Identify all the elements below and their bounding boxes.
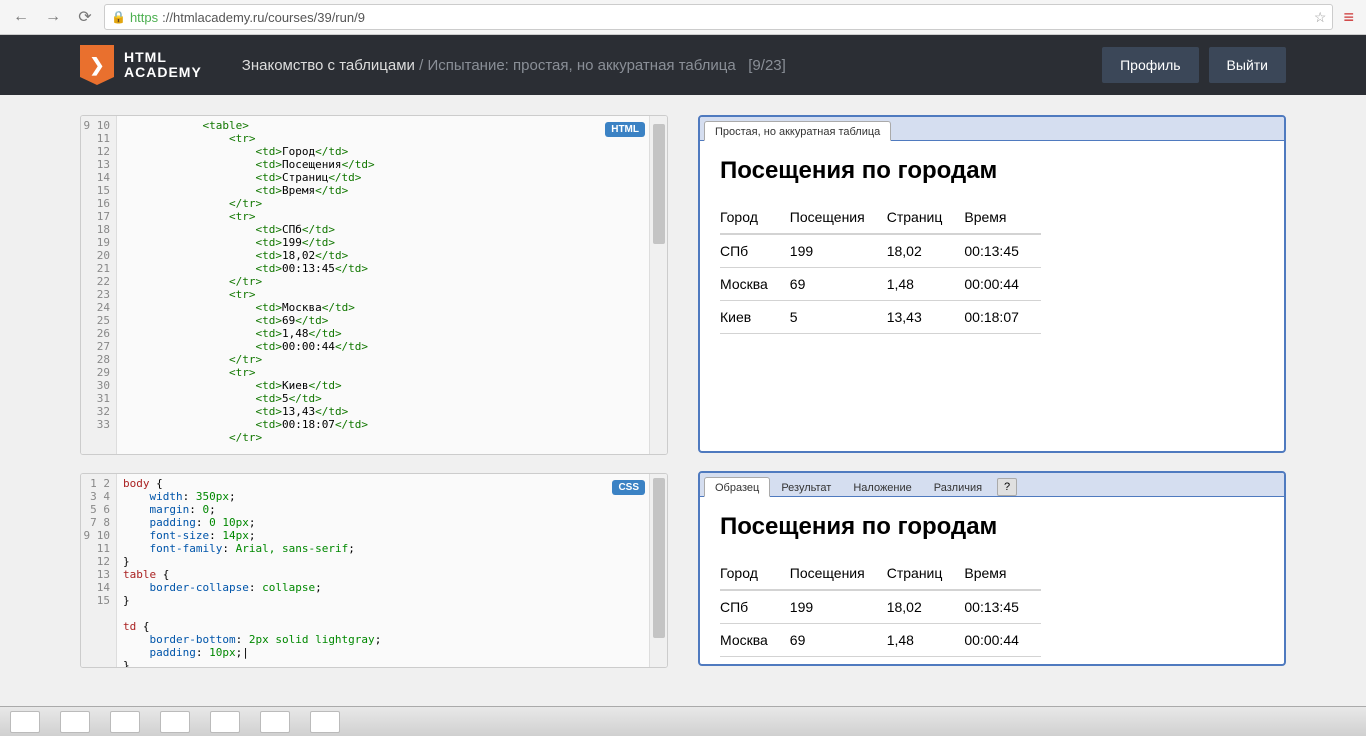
- editors-column: HTML 9 10 11 12 13 14 15 16 17 18 19 20 …: [80, 115, 668, 716]
- result-tab[interactable]: Простая, но аккуратная таблица: [704, 121, 891, 141]
- result-preview: Простая, но аккуратная таблица Посещения…: [698, 115, 1286, 453]
- hamburger-icon[interactable]: ≡: [1339, 7, 1358, 28]
- table-cell: СПб: [720, 590, 790, 624]
- breadcrumb: Знакомство с таблицами / Испытание: прос…: [242, 57, 786, 74]
- lock-icon: 🔒: [111, 10, 126, 24]
- reference-body: Посещения по городам ГородПосещенияСтран…: [700, 497, 1284, 666]
- logo-line2: ACADEMY: [124, 65, 202, 80]
- logo-text: HTML ACADEMY: [124, 50, 202, 81]
- col-header: Страниц: [887, 557, 965, 590]
- col-header: Посещения: [790, 557, 887, 590]
- css-code-body[interactable]: body { width: 350px; margin: 0; padding:…: [117, 474, 649, 667]
- table-cell: 00:00:44: [964, 624, 1041, 657]
- table-cell: 00:18:07: [964, 301, 1041, 334]
- app-header: ❯ HTML ACADEMY Знакомство с таблицами / …: [0, 35, 1366, 95]
- logo[interactable]: ❯ HTML ACADEMY: [80, 45, 202, 85]
- table-cell: 18,02: [887, 234, 965, 268]
- help-button[interactable]: ?: [997, 478, 1017, 496]
- table-cell: 5: [790, 301, 887, 334]
- logo-line1: HTML: [124, 50, 202, 65]
- forward-button[interactable]: →: [40, 4, 66, 30]
- table-cell: 00:13:45: [964, 234, 1041, 268]
- task-counter: [9/23]: [748, 57, 786, 74]
- main-content: HTML 9 10 11 12 13 14 15 16 17 18 19 20 …: [0, 95, 1366, 736]
- os-taskbar: [0, 706, 1366, 736]
- result-tabbar: Простая, но аккуратная таблица: [700, 117, 1284, 141]
- tab-result[interactable]: Результат: [770, 477, 842, 496]
- logo-shield-icon: ❯: [80, 45, 114, 85]
- reload-button[interactable]: ⟳: [72, 4, 98, 30]
- css-badge: CSS: [612, 480, 645, 495]
- bookmark-icon[interactable]: ☆: [1314, 9, 1327, 26]
- preview-column: Простая, но аккуратная таблица Посещения…: [698, 115, 1286, 716]
- result-body: Посещения по городам ГородПосещенияСтран…: [700, 141, 1284, 350]
- taskbar-item[interactable]: [10, 711, 40, 733]
- browser-toolbar: ← → ⟳ 🔒 https ://htmlacademy.ru/courses/3…: [0, 0, 1366, 35]
- reference-preview: Образец Результат Наложение Различия ? П…: [698, 471, 1286, 666]
- reference-heading: Посещения по городам: [720, 513, 1264, 541]
- table-cell: 199: [790, 590, 887, 624]
- reference-tabbar: Образец Результат Наложение Различия ?: [700, 473, 1284, 497]
- html-editor[interactable]: HTML 9 10 11 12 13 14 15 16 17 18 19 20 …: [80, 115, 668, 455]
- tab-sample[interactable]: Образец: [704, 477, 770, 497]
- url-scheme: https: [130, 10, 158, 25]
- col-header: Страниц: [887, 201, 965, 234]
- table-cell: 13,43: [887, 301, 965, 334]
- address-bar[interactable]: 🔒 https ://htmlacademy.ru/courses/39/run/…: [104, 4, 1333, 30]
- css-scrollbar[interactable]: [649, 474, 667, 667]
- table-cell: Москва: [720, 268, 790, 301]
- url-path: ://htmlacademy.ru/courses/39/run/9: [162, 10, 365, 25]
- taskbar-item[interactable]: [310, 711, 340, 733]
- table-cell: 199: [790, 234, 887, 268]
- table-row: СПб19918,0200:13:45: [720, 590, 1041, 624]
- table-row: Киев513,4300:18:07: [720, 301, 1041, 334]
- html-badge: HTML: [605, 122, 645, 137]
- html-scrollbar[interactable]: [649, 116, 667, 454]
- col-header: Город: [720, 201, 790, 234]
- reference-table: ГородПосещенияСтраницВремяСПб19918,0200:…: [720, 557, 1041, 657]
- html-gutter: 9 10 11 12 13 14 15 16 17 18 19 20 21 22…: [81, 116, 117, 454]
- tab-diff[interactable]: Различия: [923, 477, 993, 496]
- taskbar-item[interactable]: [60, 711, 90, 733]
- table-row: Москва691,4800:00:44: [720, 268, 1041, 301]
- table-cell: Киев: [720, 301, 790, 334]
- breadcrumb-task: Испытание: простая, но аккуратная таблиц…: [427, 57, 735, 74]
- css-gutter: 1 2 3 4 5 6 7 8 9 10 11 12 13 14 15: [81, 474, 117, 667]
- result-heading: Посещения по городам: [720, 157, 1264, 185]
- taskbar-item[interactable]: [210, 711, 240, 733]
- taskbar-item[interactable]: [260, 711, 290, 733]
- css-editor[interactable]: CSS 1 2 3 4 5 6 7 8 9 10 11 12 13 14 15 …: [80, 473, 668, 668]
- table-row: СПб19918,0200:13:45: [720, 234, 1041, 268]
- table-cell: 1,48: [887, 624, 965, 657]
- table-cell: 69: [790, 624, 887, 657]
- table-cell: Москва: [720, 624, 790, 657]
- result-table: ГородПосещенияСтраницВремяСПб19918,0200:…: [720, 201, 1041, 334]
- col-header: Город: [720, 557, 790, 590]
- table-cell: 18,02: [887, 590, 965, 624]
- taskbar-item[interactable]: [110, 711, 140, 733]
- col-header: Время: [964, 557, 1041, 590]
- col-header: Посещения: [790, 201, 887, 234]
- profile-button[interactable]: Профиль: [1102, 47, 1198, 83]
- col-header: Время: [964, 201, 1041, 234]
- breadcrumb-sep: /: [415, 57, 428, 74]
- table-cell: 00:00:44: [964, 268, 1041, 301]
- table-cell: СПб: [720, 234, 790, 268]
- html-code-body[interactable]: <table> <tr> <td>Город</td> <td>Посещени…: [117, 116, 649, 454]
- logout-button[interactable]: Выйти: [1209, 47, 1286, 83]
- taskbar-item[interactable]: [160, 711, 190, 733]
- breadcrumb-course[interactable]: Знакомство с таблицами: [242, 57, 415, 74]
- table-row: Москва691,4800:00:44: [720, 624, 1041, 657]
- table-cell: 1,48: [887, 268, 965, 301]
- back-button[interactable]: ←: [8, 4, 34, 30]
- table-cell: 69: [790, 268, 887, 301]
- table-cell: 00:13:45: [964, 590, 1041, 624]
- tab-overlay[interactable]: Наложение: [842, 477, 922, 496]
